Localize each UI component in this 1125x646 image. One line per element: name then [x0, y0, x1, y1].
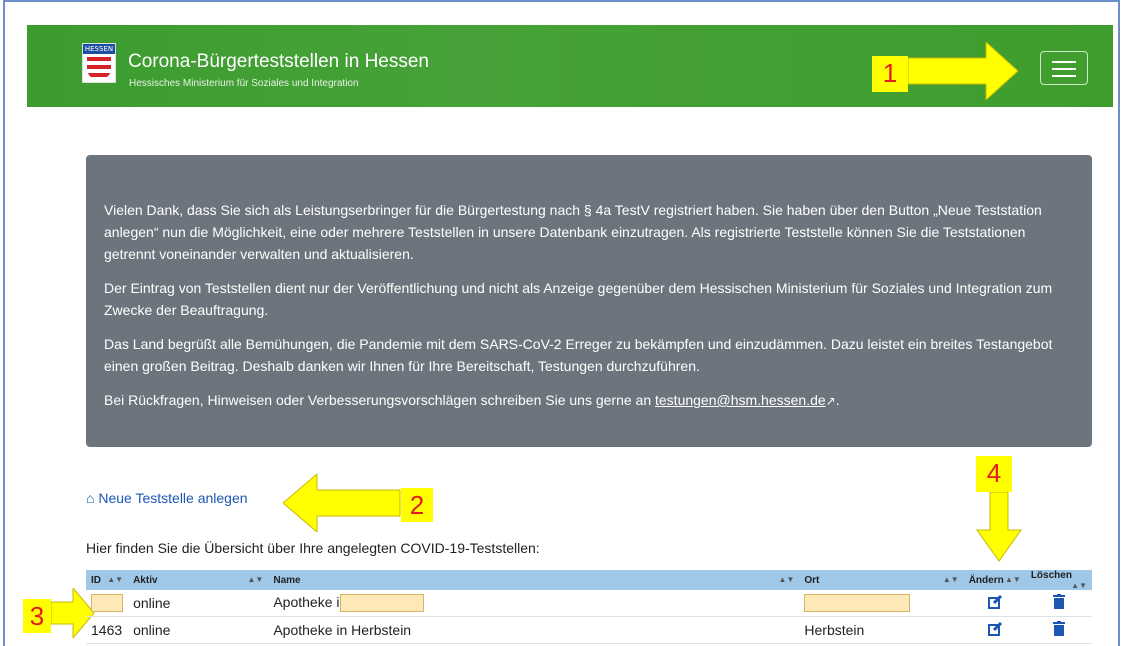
annotation-arrow-left-icon: [283, 474, 401, 532]
site-subtitle: Hessisches Ministerium für Soziales und …: [129, 78, 359, 89]
info-box: Vielen Dank, dass Sie sich als Leistungs…: [86, 155, 1092, 447]
info-paragraph: Der Eintrag von Teststellen dient nur de…: [104, 280, 1053, 318]
overview-text: Hier finden Sie die Übersicht über Ihre …: [86, 540, 540, 556]
trash-icon: [1052, 594, 1065, 609]
edit-button[interactable]: [963, 590, 1026, 617]
sort-icon: ▲▼: [1071, 581, 1087, 590]
hessen-logo[interactable]: HESSEN: [82, 43, 116, 83]
edit-button[interactable]: [963, 616, 1026, 644]
logo-label: HESSEN: [83, 44, 115, 54]
cell-name: Apotheke i: [268, 590, 800, 617]
cell-name: Apotheke in Herbstein: [268, 616, 800, 644]
cell-ort: [799, 590, 964, 617]
column-header-id[interactable]: ID ▲▼: [86, 570, 128, 590]
annotation-1: 1: [872, 56, 908, 92]
home-icon: ⌂: [86, 490, 95, 506]
annotation-3: 3: [23, 599, 51, 633]
cell-id: 1463: [86, 616, 129, 644]
cell-aktiv: online: [128, 590, 269, 617]
column-header-loeschen[interactable]: Löschen ▲▼: [1026, 570, 1092, 590]
annotation-4: 4: [976, 456, 1012, 492]
cell-aktiv: online: [128, 616, 269, 644]
delete-button[interactable]: [1025, 616, 1092, 644]
sort-icon: ▲▼: [942, 574, 959, 584]
info-paragraph: Vielen Dank, dass Sie sich als Leistungs…: [104, 202, 1042, 262]
cell-ort: Herbstein: [799, 616, 964, 644]
stations-table: ID ▲▼ Aktiv ▲▼ Name ▲▼ Ort ▲▼ Ändern ▲▼ …: [86, 570, 1092, 644]
column-header-aendern[interactable]: Ändern ▲▼: [964, 570, 1026, 590]
column-header-name[interactable]: Name ▲▼: [268, 570, 799, 590]
column-header-ort[interactable]: Ort ▲▼: [799, 570, 963, 590]
table-header-row: ID ▲▼ Aktiv ▲▼ Name ▲▼ Ort ▲▼ Ändern ▲▼ …: [86, 570, 1092, 590]
edit-icon: [987, 594, 1002, 609]
contact-text: Bei Rückfragen, Hinweisen oder Verbesser…: [104, 392, 652, 408]
email-link[interactable]: testungen@hsm.hessen.de: [655, 392, 826, 408]
edit-icon: [987, 621, 1002, 636]
hamburger-icon: [1052, 61, 1076, 63]
table-row: online Apotheke i: [86, 590, 1092, 617]
trash-icon: [1052, 621, 1065, 636]
sort-icon: ▲▼: [247, 574, 264, 584]
table-row: 1463 online Apotheke in Herbstein Herbst…: [86, 616, 1092, 644]
external-link-icon: ↗: [825, 394, 836, 408]
info-paragraph-contact: Bei Rückfragen, Hinweisen oder Verbesser…: [104, 392, 840, 408]
sort-icon: ▲▼: [1004, 574, 1021, 584]
annotation-2: 2: [401, 488, 433, 522]
annotation-arrow-right-icon: [908, 42, 1019, 100]
info-paragraph: Das Land begrüßt alle Bemühungen, die Pa…: [104, 336, 1053, 374]
cell-id: [86, 590, 129, 617]
site-title[interactable]: Corona-Bürgerteststellen in Hessen: [128, 51, 429, 73]
menu-toggle-button[interactable]: [1040, 51, 1088, 85]
lion-crest-icon: [87, 57, 111, 79]
column-header-aktiv[interactable]: Aktiv ▲▼: [128, 570, 268, 590]
delete-button[interactable]: [1025, 590, 1092, 617]
sort-icon: ▲▼: [107, 574, 124, 584]
sort-icon: ▲▼: [778, 574, 795, 584]
annotation-arrow-down-icon: [976, 492, 1022, 562]
new-station-link[interactable]: ⌂ Neue Teststelle anlegen: [86, 490, 248, 506]
